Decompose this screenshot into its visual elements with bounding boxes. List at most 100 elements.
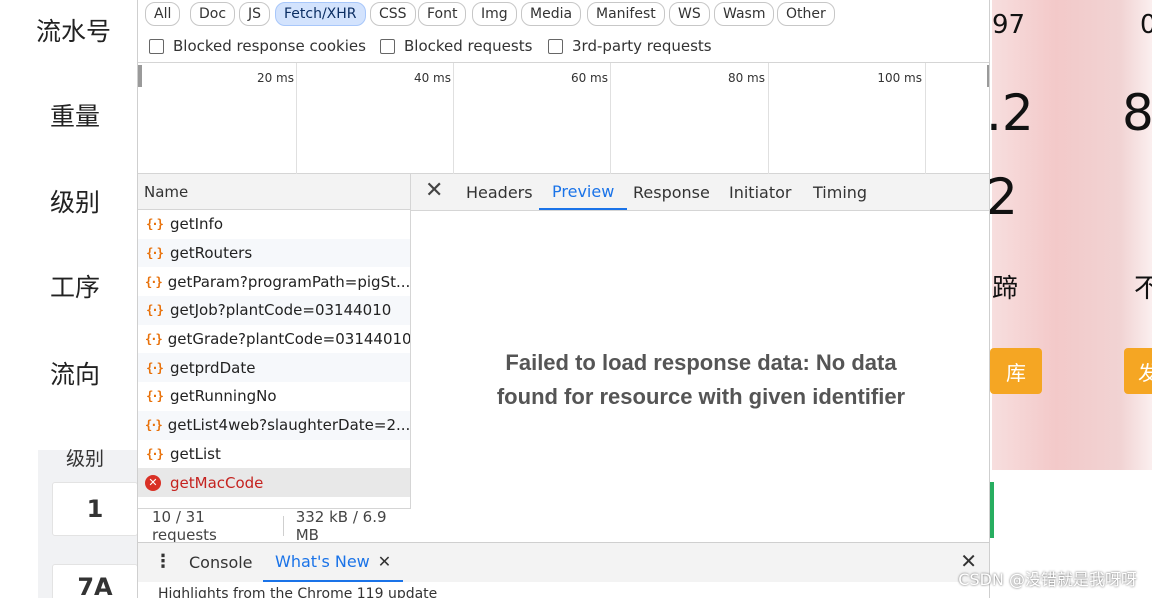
filter-ws[interactable]: WS <box>669 2 710 26</box>
blocked-response-cookies-checkbox[interactable]: Blocked response cookies <box>149 37 366 55</box>
filter-img[interactable]: Img <box>472 2 517 26</box>
request-detail-pane: ✕ Headers Preview Response Initiator Tim… <box>411 174 989 542</box>
timeline-gridline <box>768 63 769 175</box>
xhr-icon: {·} <box>146 303 164 318</box>
preview-error-message: Failed to load response data: No data fo… <box>411 346 989 414</box>
timeline-gridline <box>610 63 611 175</box>
request-row-selected-error[interactable]: ✕ getMacCode <box>138 468 410 497</box>
xhr-icon: {·} <box>146 389 164 404</box>
xhr-icon: {·} <box>145 274 163 289</box>
timeline-tick-label: 60 ms <box>570 71 608 85</box>
filter-font[interactable]: Font <box>418 2 467 26</box>
request-list: Name {·} getInfo {·} getRouters {·} getPara… <box>138 174 411 542</box>
grade-sub-label: 级别 <box>66 448 105 470</box>
devtools-network-panel: All Doc JS Fetch/XHR CSS Font Img Media … <box>137 0 990 598</box>
tab-whats-new[interactable]: What's New ✕ <box>263 543 404 582</box>
request-row[interactable]: {·} getprdDate <box>138 353 410 383</box>
blocked-requests-checkbox[interactable]: Blocked requests <box>380 37 532 55</box>
close-tab-icon[interactable]: ✕ <box>378 552 391 571</box>
timeline-tick-label: 40 ms <box>413 71 451 85</box>
checkbox-icon <box>149 38 164 54</box>
watermark: CSDN @没错就是我呀呀 <box>958 570 1137 589</box>
value-serial: 97 <box>992 10 1026 40</box>
request-row[interactable]: {·} getJob?plantCode=03144010 <box>138 296 410 325</box>
tab-preview[interactable]: Preview <box>539 174 628 210</box>
value-process: 蹄 <box>992 274 1019 304</box>
grade-card-1[interactable]: 1 <box>52 482 138 536</box>
label-weight: 重量 <box>50 102 101 131</box>
request-name: getJob?plantCode=03144010 <box>170 301 392 320</box>
request-count: 10 / 31 requests <box>152 507 217 544</box>
value-grade: 2 <box>986 168 1018 226</box>
tab-timing[interactable]: Timing <box>813 174 867 210</box>
tab-headers[interactable]: Headers <box>466 174 533 210</box>
close-icon[interactable]: ✕ <box>425 178 443 203</box>
error-icon: ✕ <box>145 474 161 491</box>
storage-button[interactable]: 库 <box>990 348 1042 394</box>
footer-divider <box>282 515 284 536</box>
filter-wasm[interactable]: Wasm <box>714 2 775 26</box>
xhr-icon: {·} <box>145 418 163 433</box>
value-weight-2: 8 <box>1122 84 1152 142</box>
timeline-handle-right[interactable] <box>987 65 989 87</box>
request-row[interactable]: {·} getInfo <box>138 210 410 239</box>
tab-response[interactable]: Response <box>633 174 710 210</box>
transfer-size: 332 kB / 6.9 MB <box>295 507 387 544</box>
request-summary-footer: 10 / 31 requests 332 kB / 6.9 MB <box>138 507 411 544</box>
request-name: getGrade?plantCode=03144010 <box>167 330 410 349</box>
detail-tab-bar: ✕ Headers Preview Response Initiator Tim… <box>411 174 989 211</box>
request-row[interactable]: {·} getParam?programPath=pigSt... <box>138 267 410 296</box>
preview-error-line-1: Failed to load response data: No data <box>505 350 897 375</box>
third-party-requests-checkbox[interactable]: 3rd-party requests <box>548 37 712 55</box>
dispatch-button[interactable]: 发 <box>1124 348 1152 394</box>
checkbox-icon <box>380 38 395 54</box>
request-name: getList4web?slaughterDate=2... <box>167 416 410 435</box>
filter-bar: All Doc JS Fetch/XHR CSS Font Img Media … <box>138 0 989 31</box>
xhr-icon: {·} <box>146 446 164 461</box>
filter-css[interactable]: CSS <box>370 2 416 26</box>
filter-media[interactable]: Media <box>521 2 582 26</box>
more-options-icon[interactable]: ⋮ <box>154 551 172 572</box>
request-name: getParam?programPath=pigSt... <box>167 272 410 291</box>
label-process: 工序 <box>50 273 101 302</box>
name-column-header[interactable]: Name <box>138 174 410 210</box>
filter-all[interactable]: All <box>145 2 181 26</box>
tab-whats-new-label: What's New <box>275 552 370 571</box>
request-name: getprdDate <box>170 358 256 377</box>
checkbox-icon <box>548 38 563 54</box>
checkbox-label: 3rd-party requests <box>572 37 712 55</box>
tab-console[interactable]: Console <box>189 543 253 582</box>
timeline-gridline <box>453 63 454 175</box>
whats-new-content: Highlights from the Chrome 119 update <box>158 586 438 598</box>
request-row[interactable]: {·} getGrade?plantCode=03144010 <box>138 325 410 354</box>
value-weight: .2 <box>986 84 1034 142</box>
xhr-icon: {·} <box>146 217 164 232</box>
label-serial-no: 流水号 <box>36 17 112 46</box>
request-name: getMacCode <box>170 473 264 492</box>
request-row[interactable]: {·} getList4web?slaughterDate=2... <box>138 410 410 440</box>
request-row[interactable]: {·} getRouters <box>138 238 410 268</box>
filter-other[interactable]: Other <box>777 2 835 26</box>
filter-fetch-xhr[interactable]: Fetch/XHR <box>275 2 366 26</box>
tab-initiator[interactable]: Initiator <box>729 174 791 210</box>
preview-error-line-2: found for resource with given identifier <box>496 384 906 409</box>
checkbox-label: Blocked response cookies <box>173 37 366 55</box>
label-grade: 级别 <box>50 188 101 217</box>
request-rows: {·} getInfo {·} getRouters {·} getParam?pro… <box>138 210 410 497</box>
request-row[interactable]: {·} getList <box>138 440 410 469</box>
blocked-checkbox-row: Blocked response cookies Blocked request… <box>138 32 989 62</box>
grade-card-7a[interactable]: 7A <box>52 564 138 598</box>
filter-js[interactable]: JS <box>239 2 271 26</box>
value-process-2: 不 <box>1134 274 1152 304</box>
request-name: getList <box>170 444 221 463</box>
network-timeline-overview[interactable]: 20 ms 40 ms 60 ms 80 ms 100 ms <box>138 62 989 175</box>
xhr-icon: {·} <box>146 246 164 261</box>
request-name: getRouters <box>170 244 253 263</box>
request-name: getRunningNo <box>170 387 277 406</box>
timeline-tick-label: 20 ms <box>256 71 294 85</box>
timeline-handle-left[interactable] <box>138 65 142 87</box>
filter-doc[interactable]: Doc <box>190 2 236 26</box>
request-name: getInfo <box>170 215 224 234</box>
filter-manifest[interactable]: Manifest <box>587 2 665 26</box>
request-row[interactable]: {·} getRunningNo <box>138 382 410 411</box>
